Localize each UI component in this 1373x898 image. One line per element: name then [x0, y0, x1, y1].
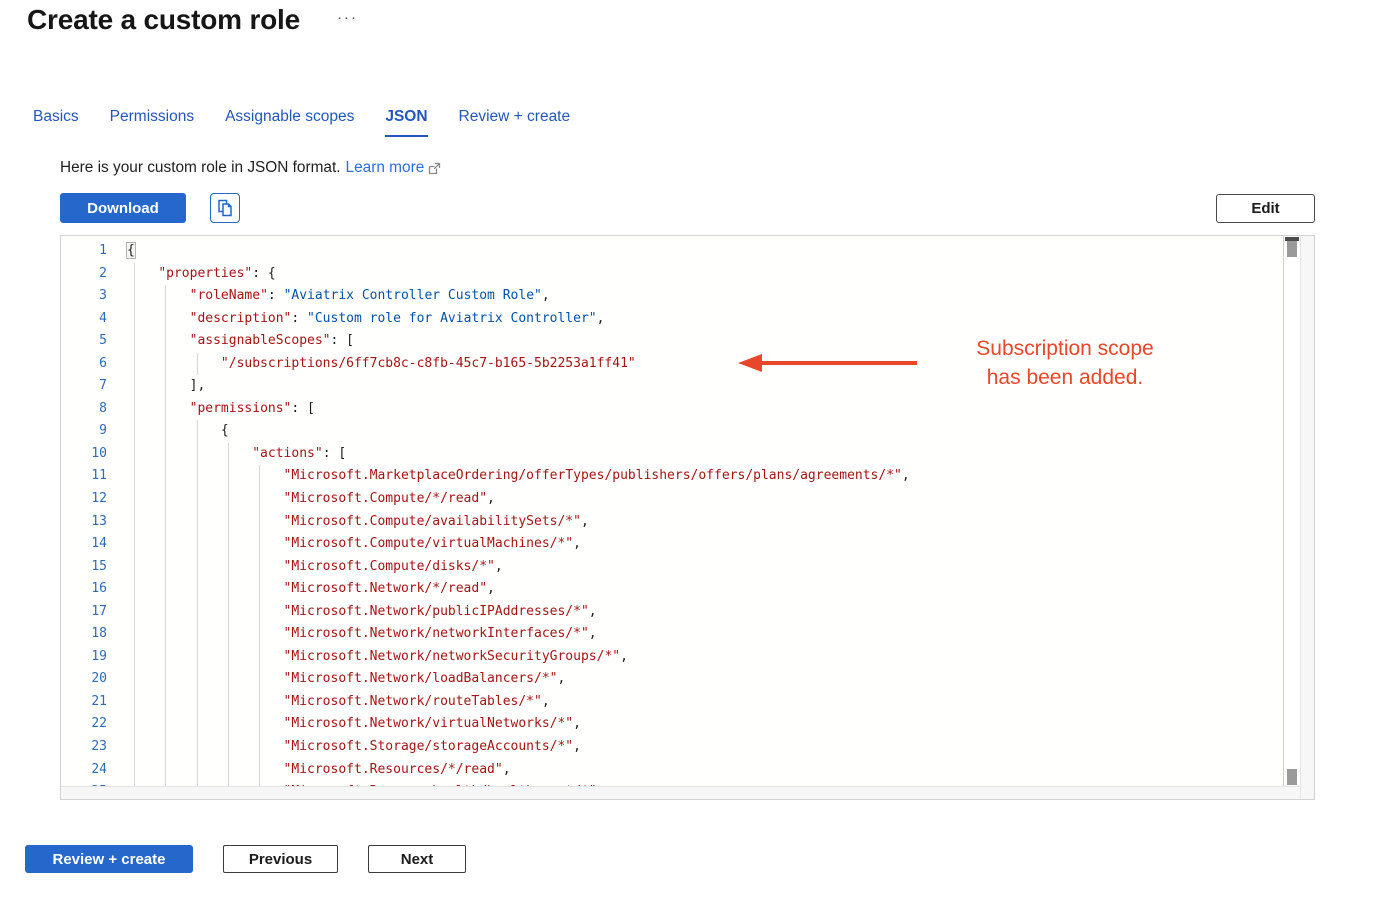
- annotation-arrow-icon: [735, 350, 920, 376]
- json-code-editor[interactable]: 1{2 "properties": {3 "roleName": "Aviatr…: [60, 235, 1315, 800]
- page-title: Create a custom role: [27, 4, 300, 36]
- code-line: 11 "Microsoft.MarketplaceOrdering/offerT…: [61, 465, 1283, 488]
- code-line: 21 "Microsoft.Network/routeTables/*",: [61, 691, 1283, 714]
- code-line: 22 "Microsoft.Network/virtualNetworks/*"…: [61, 713, 1283, 736]
- line-number: 7: [61, 375, 107, 398]
- code-line: 23 "Microsoft.Storage/storageAccounts/*"…: [61, 736, 1283, 759]
- code-line: 14 "Microsoft.Compute/virtualMachines/*"…: [61, 533, 1283, 556]
- line-number: 2: [61, 263, 107, 286]
- copy-button[interactable]: [210, 193, 240, 223]
- previous-button[interactable]: Previous: [223, 845, 338, 873]
- code-line: 19 "Microsoft.Network/networkSecurityGro…: [61, 646, 1283, 669]
- line-number: 16: [61, 578, 107, 601]
- vertical-scrollbar-thumb[interactable]: [1287, 241, 1297, 257]
- line-number: 11: [61, 465, 107, 488]
- code-line: 2 "properties": {: [61, 263, 1283, 286]
- tab-json[interactable]: JSON: [385, 108, 427, 137]
- line-number: 4: [61, 308, 107, 331]
- tab-permissions[interactable]: Permissions: [110, 108, 194, 137]
- intro-row: Here is your custom role in JSON format.…: [60, 159, 441, 177]
- external-link-icon: [428, 162, 441, 175]
- code-line: 15 "Microsoft.Compute/disks/*",: [61, 556, 1283, 579]
- tab-review-create[interactable]: Review + create: [459, 108, 571, 137]
- tab-assignable-scopes[interactable]: Assignable scopes: [225, 108, 354, 137]
- annotation-line-2: has been added.: [945, 363, 1185, 392]
- scrollbar-bottom-thumb[interactable]: [1287, 769, 1297, 785]
- line-number: 24: [61, 759, 107, 782]
- line-number: 6: [61, 353, 107, 376]
- code-line: 8 "permissions": [: [61, 398, 1283, 421]
- line-number: 23: [61, 736, 107, 759]
- code-line: 1{: [61, 240, 1283, 263]
- line-number: 3: [61, 285, 107, 308]
- line-number: 22: [61, 713, 107, 736]
- line-number: 18: [61, 623, 107, 646]
- line-number: 10: [61, 443, 107, 466]
- intro-text: Here is your custom role in JSON format.: [60, 159, 341, 177]
- code-lines: 1{2 "properties": {3 "roleName": "Aviatr…: [61, 236, 1283, 786]
- annotation-text: Subscription scope has been added.: [945, 334, 1185, 392]
- line-number: 20: [61, 668, 107, 691]
- line-number: 19: [61, 646, 107, 669]
- outer-scrollbar-track[interactable]: [1300, 236, 1314, 799]
- line-number: 21: [61, 691, 107, 714]
- line-number: 15: [61, 556, 107, 579]
- vertical-scrollbar-track[interactable]: [1283, 236, 1300, 786]
- code-line: 20 "Microsoft.Network/loadBalancers/*",: [61, 668, 1283, 691]
- code-line: 16 "Microsoft.Network/*/read",: [61, 578, 1283, 601]
- annotation-line-1: Subscription scope: [945, 334, 1185, 363]
- line-number: 14: [61, 533, 107, 556]
- tab-bar: Basics Permissions Assignable scopes JSON Re…: [33, 108, 570, 137]
- review-create-button[interactable]: Review + create: [25, 845, 193, 873]
- context-menu-ellipsis-icon[interactable]: ···: [337, 9, 358, 26]
- code-line: 17 "Microsoft.Network/publicIPAddresses/…: [61, 601, 1283, 624]
- copy-icon: [217, 199, 233, 217]
- edit-button[interactable]: Edit: [1216, 194, 1315, 223]
- line-number: 9: [61, 420, 107, 443]
- code-line: 24 "Microsoft.Resources/*/read",: [61, 759, 1283, 782]
- download-button[interactable]: Download: [60, 193, 186, 223]
- code-line: 12 "Microsoft.Compute/*/read",: [61, 488, 1283, 511]
- line-number: 8: [61, 398, 107, 421]
- line-number: 12: [61, 488, 107, 511]
- learn-more-link[interactable]: Learn more: [346, 159, 425, 177]
- line-number: 1: [61, 240, 107, 263]
- line-number: 13: [61, 511, 107, 534]
- code-line: 13 "Microsoft.Compute/availabilitySets/*…: [61, 511, 1283, 534]
- code-line: 3 "roleName": "Aviatrix Controller Custo…: [61, 285, 1283, 308]
- code-line: 10 "actions": [: [61, 443, 1283, 466]
- code-line: 18 "Microsoft.Network/networkInterfaces/…: [61, 623, 1283, 646]
- code-line: 9 {: [61, 420, 1283, 443]
- line-number: 5: [61, 330, 107, 353]
- code-line: 4 "description": "Custom role for Aviatr…: [61, 308, 1283, 331]
- horizontal-scrollbar-track[interactable]: [61, 786, 1300, 799]
- line-number: 17: [61, 601, 107, 624]
- tab-basics[interactable]: Basics: [33, 108, 79, 137]
- next-button[interactable]: Next: [368, 845, 466, 873]
